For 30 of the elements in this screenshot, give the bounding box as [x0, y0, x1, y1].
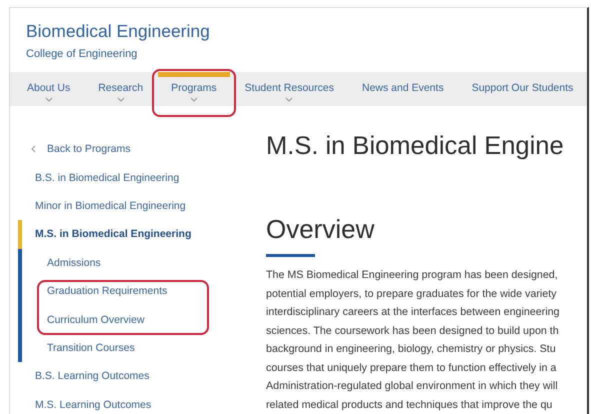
- site-title[interactable]: Biomedical Engineering: [26, 21, 210, 42]
- sidebar-link[interactable]: B.S. in Biomedical Engineering: [35, 172, 180, 184]
- sidebar-sublink[interactable]: Admissions: [47, 256, 101, 269]
- page-heading: M.S. in Biomedical Engine: [266, 132, 565, 161]
- paragraph-line: courses that uniquely prepare them to function effectively in a: [266, 360, 558, 376]
- nav-tab[interactable]: About Us: [14, 72, 84, 106]
- paragraph-line: Administration-regulated global environment in which they will: [266, 379, 559, 394]
- paragraph-line: The MS Biomedical Engineering program has been designed,: [266, 268, 559, 283]
- paragraph-line: background in engineering, biology, chemistry or physics. Stu: [266, 342, 557, 357]
- back-chevron-icon: [31, 145, 36, 154]
- sidebar-link[interactable]: B.S. Learning Outcomes: [35, 370, 150, 382]
- sidebar-sublink[interactable]: Curriculum Overview: [47, 314, 144, 326]
- nav-tab[interactable]: Support Our Students: [458, 72, 586, 106]
- section-heading: Overview: [266, 214, 376, 245]
- sidebar-sublink[interactable]: Transition Courses: [47, 342, 135, 354]
- paragraph-line: related medical products and techniques that improve the qu: [266, 398, 554, 412]
- nav-tab[interactable]: Research: [85, 72, 156, 106]
- nav-tab[interactable]: Student Resources: [232, 72, 347, 106]
- paragraph-line: interdisciplinary careers at the interfaces between engineering: [266, 305, 560, 320]
- nav-tab[interactable]: News and Events: [348, 72, 457, 106]
- sidebar-link[interactable]: M.S. in Biomedical Engineering: [35, 228, 192, 240]
- site-subtitle[interactable]: College of Engineering: [26, 48, 138, 60]
- heading-underline: [266, 254, 315, 257]
- sidebar-sublink[interactable]: Graduation Requirements: [47, 285, 168, 298]
- paragraph-line: potential employers, to prepare graduates for the wide variety: [266, 286, 558, 302]
- nav-tab[interactable]: Programs: [158, 72, 230, 106]
- sidebar-link[interactable]: Minor in Biomedical Engineering: [35, 200, 186, 212]
- sidebar-link[interactable]: M.S. Learning Outcomes: [35, 398, 152, 411]
- paragraph-line: sciences. The coursework has been designed to build upon th: [266, 324, 560, 338]
- back-link[interactable]: Back to Programs: [47, 143, 130, 156]
